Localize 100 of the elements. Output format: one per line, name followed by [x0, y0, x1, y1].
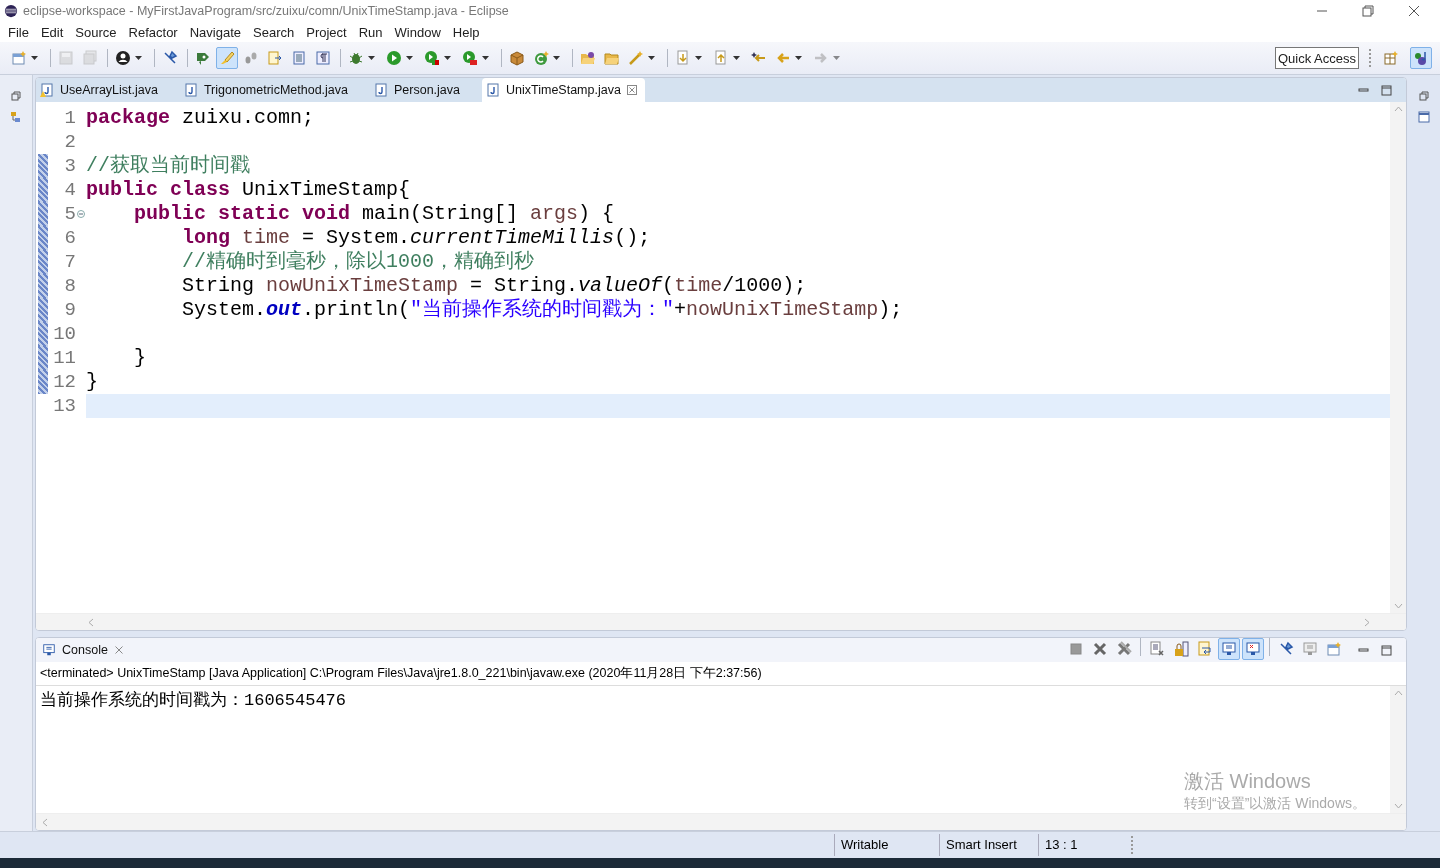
- line-number: 6: [64, 227, 76, 249]
- monitor-icon: [1221, 641, 1237, 657]
- editor-tab[interactable]: TrigonometricMethod.java: [179, 78, 370, 102]
- page-icon: [291, 50, 307, 66]
- monitor-icon: [42, 643, 56, 657]
- caret-icon[interactable]: [695, 56, 702, 60]
- editor-tab[interactable]: UseArrayList.java: [36, 78, 180, 102]
- close-icon[interactable]: [1408, 5, 1420, 17]
- fold-icon[interactable]: [77, 210, 85, 218]
- scroll-left-icon[interactable]: [88, 617, 94, 627]
- monitor-error-button[interactable]: [1242, 638, 1264, 660]
- scroll-up-icon[interactable]: [1393, 690, 1403, 696]
- code-line: String nowUnixTimeStamp = String.valueOf(time/1000);: [181, 274, 807, 297]
- java-file-icon: [486, 83, 500, 97]
- caret-icon[interactable]: [135, 56, 142, 60]
- console-description: <terminated> UnixTimeStamp [Java Application] C:\Program Files\Java\jre1.8.0_221\bin\javaw.exe (2020年11月28日 下午2:37:56): [36, 662, 1406, 686]
- line-number: 12: [53, 371, 76, 393]
- caret-icon[interactable]: [368, 56, 375, 60]
- menu-item[interactable]: Run: [352, 24, 389, 40]
- line-number: 13: [53, 395, 76, 417]
- close-icon: [1092, 641, 1108, 657]
- menu-item[interactable]: Navigate: [183, 24, 247, 40]
- line-number: 9: [64, 299, 76, 321]
- code-line: System.out.println("当前操作系统的时间戳为："+nowUnixTimeStamp);: [181, 298, 903, 321]
- pin-icon: [1278, 641, 1294, 657]
- vertical-scrollbar[interactable]: [1390, 686, 1406, 813]
- line-number: 1: [64, 107, 76, 129]
- vertical-scrollbar[interactable]: [1390, 102, 1406, 613]
- line-number: 8: [64, 275, 76, 297]
- new-class-icon: [533, 50, 549, 66]
- caret-icon[interactable]: [31, 56, 38, 60]
- caret-icon[interactable]: [482, 56, 489, 60]
- horizontal-scrollbar[interactable]: [36, 813, 1406, 830]
- code-line: //精确时到毫秒，除以1000，精确到秒: [181, 250, 535, 273]
- restore-icon[interactable]: [11, 91, 21, 101]
- editor-tab[interactable]: Person.java: [370, 78, 482, 102]
- wand-icon: [628, 50, 644, 66]
- line-number: 3: [64, 155, 76, 177]
- monitor-icon: [1302, 641, 1318, 657]
- close-icon[interactable]: [113, 645, 124, 655]
- menu-item[interactable]: File: [2, 24, 35, 40]
- editor-tab[interactable]: UnixTimeStamp.java: [482, 78, 645, 102]
- arrow-up-icon: [713, 50, 729, 66]
- save-icon: [58, 50, 74, 66]
- code-line: }: [133, 346, 146, 369]
- code-line: //获取当前时间戳: [86, 154, 250, 177]
- line-number: 7: [64, 251, 76, 273]
- scroll-up-icon[interactable]: [1393, 106, 1403, 112]
- package-explorer-icon[interactable]: [10, 111, 22, 123]
- java-perspective-icon: [1413, 50, 1429, 66]
- caret-icon[interactable]: [795, 56, 802, 60]
- lock-icon: [1173, 641, 1189, 657]
- folder-icon: [604, 50, 620, 66]
- maximize-icon[interactable]: [1381, 84, 1392, 96]
- quick-access-field[interactable]: Quick Access: [1275, 47, 1359, 69]
- close-icon[interactable]: [626, 85, 637, 95]
- person-icon: [115, 50, 131, 66]
- line-number: 5: [64, 203, 76, 225]
- line-number: 11: [53, 347, 76, 369]
- wrap-icon: [1197, 641, 1213, 657]
- caret-icon[interactable]: [553, 56, 560, 60]
- restore-icon[interactable]: [1418, 91, 1429, 101]
- play-icon: [386, 50, 402, 66]
- menu-item[interactable]: Search: [247, 24, 301, 40]
- scroll-down-icon[interactable]: [1393, 603, 1403, 609]
- line-number: 2: [64, 131, 76, 153]
- caret-icon[interactable]: [444, 56, 451, 60]
- scroll-left-icon[interactable]: [42, 817, 48, 827]
- open-folder-icon: [580, 50, 596, 66]
- caret-icon[interactable]: [648, 56, 655, 60]
- new-window-icon: [11, 50, 27, 66]
- run-coverage-icon: [424, 50, 440, 66]
- code-line: public class UnixTimeStamp{: [86, 178, 411, 201]
- monitor-error-icon: [1245, 641, 1261, 657]
- package-icon: [509, 50, 525, 66]
- menu-item[interactable]: Refactor: [122, 24, 184, 40]
- maximize-icon[interactable]: [1381, 644, 1392, 656]
- menu-item[interactable]: Edit: [34, 24, 70, 40]
- window-title: eclipse-workspace - MyFirstJavaProgram/src/zuixu/comn/UnixTimeStamp.java - Eclipse: [23, 4, 509, 18]
- status-text: Smart Insert: [939, 834, 1038, 856]
- menu-item[interactable]: Project: [300, 24, 353, 40]
- horizontal-scrollbar[interactable]: [36, 613, 1406, 630]
- code-line: long time = System.currentTimeMillis();: [181, 226, 651, 249]
- monitor-button[interactable]: [1218, 638, 1240, 660]
- stop-icon: [1068, 641, 1084, 657]
- outline-icon[interactable]: [1417, 111, 1430, 123]
- scroll-right-icon[interactable]: [1364, 617, 1370, 627]
- console-output: 当前操作系统的时间戳为：1606545476: [40, 689, 348, 711]
- menu-item[interactable]: Help: [446, 24, 486, 40]
- caret-icon[interactable]: [406, 56, 413, 60]
- status-text: 13 : 1: [1038, 834, 1131, 856]
- restore-icon[interactable]: [1362, 5, 1374, 17]
- pilcrow-icon: [315, 50, 331, 66]
- brush-icon: [219, 50, 235, 66]
- caret-icon[interactable]: [733, 56, 740, 60]
- scroll-down-icon[interactable]: [1393, 803, 1403, 809]
- brush-button[interactable]: [216, 47, 238, 69]
- menu-item[interactable]: Window: [388, 24, 447, 40]
- menu-item[interactable]: Source: [69, 24, 123, 40]
- java-perspective-button[interactable]: [1410, 47, 1432, 69]
